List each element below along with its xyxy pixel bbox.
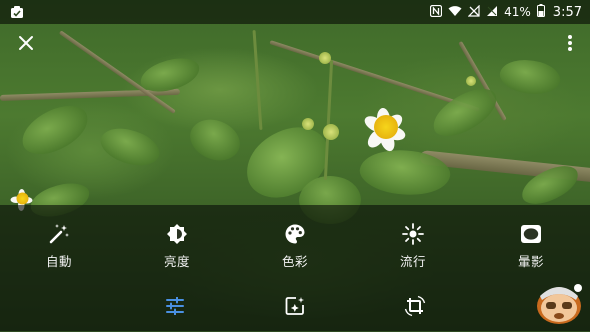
- tab-filters[interactable]: [278, 294, 312, 322]
- notification-icon: [10, 4, 24, 23]
- battery-icon: [536, 4, 545, 20]
- tune-icon: [165, 296, 185, 319]
- tool-pop[interactable]: 流行: [378, 222, 448, 272]
- tool-label: 色彩: [281, 254, 308, 269]
- photo-filter-icon: [285, 296, 305, 320]
- close-icon: [18, 35, 34, 55]
- auto-fix-icon: [47, 222, 71, 246]
- editor-tabs: [0, 294, 590, 322]
- tab-adjust[interactable]: [158, 294, 192, 322]
- more-options-button[interactable]: [558, 33, 582, 57]
- status-bar: 41% 3:57: [0, 0, 590, 24]
- wifi-icon: [448, 5, 462, 20]
- status-time: 3:57: [552, 4, 582, 20]
- tool-vignette[interactable]: 暈影: [496, 222, 566, 272]
- tool-label: 亮度: [163, 254, 190, 269]
- brightness-icon: [165, 222, 189, 246]
- nfc-icon: [430, 4, 443, 20]
- tab-crop-rotate[interactable]: [398, 294, 432, 322]
- tool-label: 暈影: [517, 254, 544, 269]
- signal-icon: [486, 5, 498, 20]
- signal-off-icon: [467, 4, 480, 20]
- tool-auto[interactable]: 自動: [24, 222, 94, 272]
- close-button[interactable]: [14, 33, 38, 57]
- tool-label: 流行: [399, 254, 426, 269]
- vignette-icon: [519, 222, 543, 246]
- pop-icon: [401, 222, 425, 246]
- more-vert-icon: [567, 34, 573, 56]
- palette-icon: [283, 222, 307, 246]
- tool-brightness[interactable]: 亮度: [142, 222, 212, 272]
- tool-color[interactable]: 色彩: [260, 222, 330, 272]
- crop-rotate-icon: [404, 295, 426, 321]
- watermark-logo: [532, 276, 586, 328]
- adjust-tools: 自動 亮度 色彩 流行 暈影: [0, 222, 590, 272]
- tool-label: 自動: [45, 254, 72, 269]
- battery-percent: 41%: [504, 5, 531, 19]
